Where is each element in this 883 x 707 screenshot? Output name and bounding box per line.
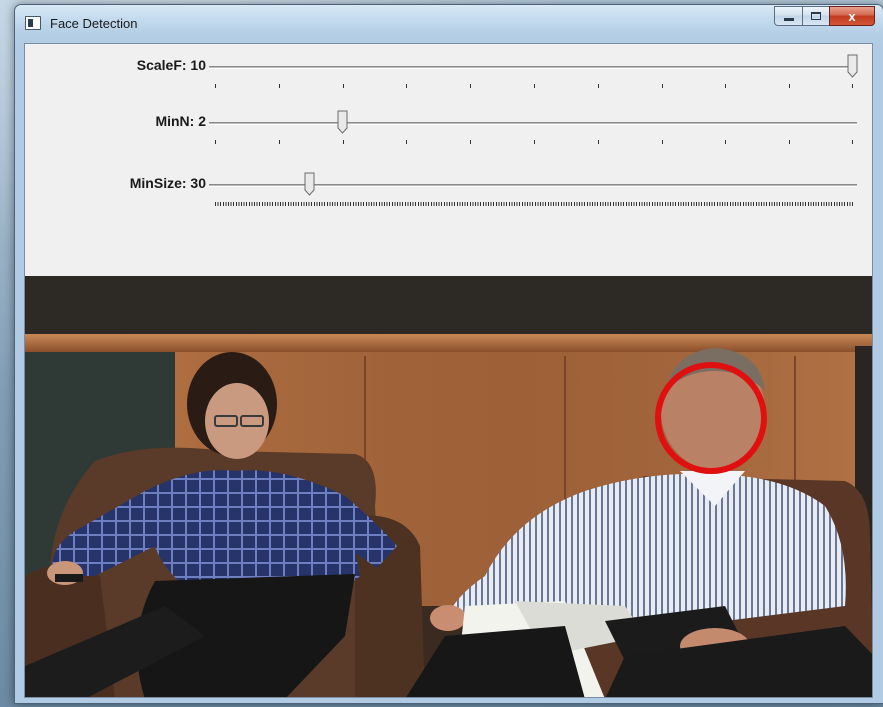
close-icon: x	[848, 8, 856, 24]
trackbar-ticks-scalef	[215, 84, 853, 90]
trackbar-ticks-minn	[215, 140, 853, 146]
window-app-icon[interactable]	[25, 16, 41, 30]
maximize-button[interactable]	[802, 6, 829, 26]
trackbar-scalef: ScaleF: 10	[25, 48, 872, 88]
trackbar-thumb-minn[interactable]	[337, 110, 348, 134]
trackbar-thumb-minsize[interactable]	[304, 172, 315, 196]
close-button[interactable]: x	[829, 6, 875, 26]
window-client-area: ScaleF: 10 MinN: 2 MinSize: 30	[24, 43, 873, 698]
video-frame	[25, 276, 872, 697]
trackbar-ticks-minsize	[215, 202, 853, 206]
window-title: Face Detection	[50, 16, 138, 31]
trackbar-label-minsize: MinSize: 30	[129, 175, 206, 191]
minimize-button[interactable]	[774, 6, 802, 26]
trackbar-minn: MinN: 2	[25, 104, 872, 144]
trackbar-panel: ScaleF: 10 MinN: 2 MinSize: 30	[25, 44, 872, 276]
trackbar-thumb-scalef[interactable]	[847, 54, 858, 78]
maximize-icon	[811, 12, 821, 20]
trackbar-label-scalef: ScaleF: 10	[136, 57, 206, 73]
minimize-icon	[783, 17, 794, 21]
trackbar-track-scalef[interactable]	[209, 66, 857, 69]
face-detection-window: Face Detection x ScaleF: 10 MinN: 2 MinS…	[14, 4, 883, 704]
trackbar-label-minn: MinN: 2	[155, 113, 206, 129]
title-bar[interactable]: Face Detection x	[15, 5, 883, 43]
trackbar-track-minn[interactable]	[209, 122, 857, 125]
caption-buttons: x	[774, 6, 875, 26]
trackbar-minsize: MinSize: 30	[25, 166, 872, 206]
video-frame-image	[25, 276, 872, 697]
